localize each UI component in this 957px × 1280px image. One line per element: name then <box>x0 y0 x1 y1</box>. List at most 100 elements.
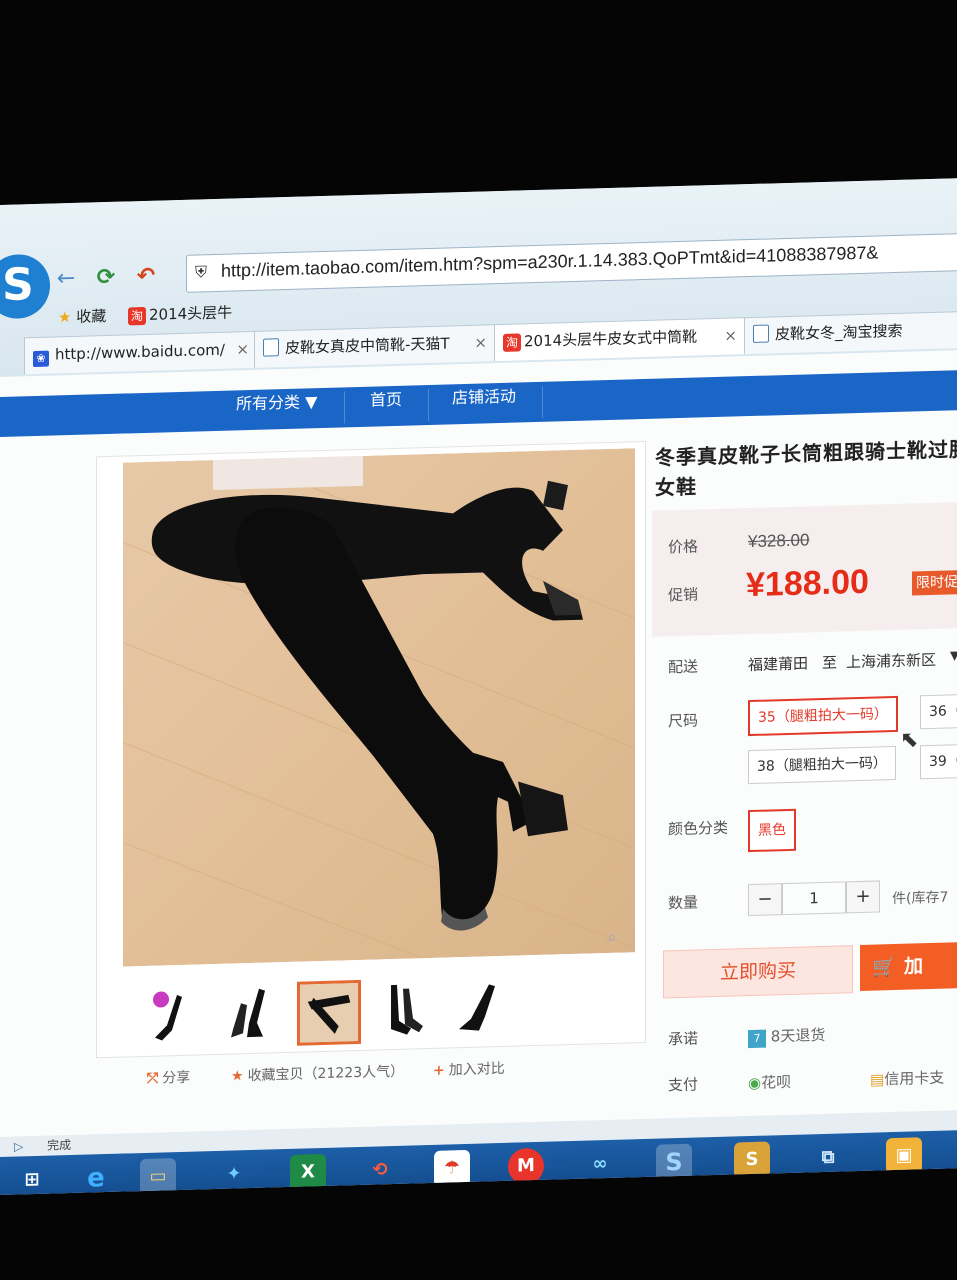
tab-label: 2014头层牛皮女式中筒靴 <box>524 327 698 351</box>
tab-label: http://www.baidu.com/ <box>55 340 225 364</box>
browser-chrome: S ← ⟳ ↶ ⛨ http://item.taobao.com/item.ht… <box>0 178 957 377</box>
zoom-icon[interactable]: ⌕ <box>607 927 617 948</box>
file-explorer-icon[interactable]: ▭ <box>140 1158 176 1196</box>
delivery-from: 福建莆田 <box>748 654 809 675</box>
product-gallery: ⌕ ⤱ 分享 ★ 收藏宝贝（21223人气） + 加入对比 <box>96 440 646 1087</box>
tab-label: 皮靴女冬_淘宝搜索 <box>775 321 903 344</box>
undo-icon[interactable]: ↶ <box>132 263 160 292</box>
quantity-minus-button[interactable]: − <box>748 883 782 917</box>
thumbnail-1[interactable] <box>147 984 207 1046</box>
close-icon[interactable]: × <box>474 325 487 359</box>
close-icon[interactable]: × <box>724 318 737 352</box>
price-box: 价格 ¥328.00 促销 ¥188.00 限时促 <box>652 501 957 637</box>
red-circle-app-icon[interactable]: M <box>508 1147 544 1185</box>
nav-home[interactable]: 首页 <box>370 386 402 427</box>
favorite-item-link[interactable]: ★ 收藏宝贝（21223人气） <box>231 1061 404 1086</box>
star-icon: ★ <box>58 308 72 327</box>
mouse-cursor-icon: ⬉ <box>900 727 919 753</box>
price-label: 价格 <box>668 537 699 557</box>
chevron-down-icon[interactable]: ▼ <box>950 648 957 662</box>
compare-label: 加入对比 <box>448 1060 505 1079</box>
tab-taobao-item[interactable]: 淘 2014头层牛皮女式中筒靴 × <box>494 317 746 362</box>
quantity-stepper: − 1 + <box>748 880 880 917</box>
internet-explorer-icon[interactable]: e <box>78 1160 114 1195</box>
size-option-38[interactable]: 38（腿粗拍大一码） <box>748 745 896 785</box>
folder-app-icon[interactable]: ▣ <box>886 1137 922 1175</box>
nav-divider <box>542 385 543 418</box>
product-title: 冬季真皮靴子长筒粗跟骑士靴过膝女鞋 <box>655 436 957 500</box>
payment-huabei: ◉花呗 <box>748 1071 791 1093</box>
baidu-paw-icon: ❀ <box>33 350 49 368</box>
favorite-label: 收藏 <box>76 307 107 326</box>
shop-nav-bar: 所有分类 ▼ 首页 店铺活动 <box>0 370 957 437</box>
address-bar[interactable]: ⛨ http://item.taobao.com/item.htm?spm=a2… <box>186 232 957 293</box>
nav-all-categories[interactable]: 所有分类 ▼ <box>236 388 317 430</box>
link-app-icon[interactable]: ∞ <box>582 1146 618 1183</box>
app-red-icon[interactable]: ⟲ <box>362 1152 398 1189</box>
share-icon: ⤱ <box>147 1070 159 1087</box>
close-icon[interactable]: × <box>236 332 249 366</box>
payment-credit-card: ▤信用卡支 <box>870 1067 944 1090</box>
status-text: 完成 <box>47 1138 72 1153</box>
favorite-bookmark[interactable]: ★ 收藏 <box>58 305 106 327</box>
tab-label: 皮靴女真皮中筒靴-天猫T <box>285 334 450 358</box>
buy-now-button[interactable]: 立即购买 <box>663 945 853 999</box>
page-icon <box>263 338 279 357</box>
network-icon[interactable]: ⧉ <box>810 1139 846 1176</box>
delivery-label: 配送 <box>668 657 699 677</box>
sogou-logo-icon: S <box>0 253 50 320</box>
add-cart-label: 加 <box>904 955 924 978</box>
main-product-image[interactable] <box>123 448 635 967</box>
delivery-to-word: 至 <box>822 653 838 673</box>
add-to-cart-button[interactable]: 🛒 加 <box>860 941 957 991</box>
credit-card-text: 信用卡支 <box>884 1068 945 1089</box>
promise-label: 承诺 <box>668 1029 699 1049</box>
tab-taobao-search[interactable]: 皮靴女冬_淘宝搜索 <box>744 310 957 355</box>
excel-icon[interactable]: X <box>290 1153 326 1191</box>
monitor-screen: S ← ⟳ ↶ ⛨ http://item.taobao.com/item.ht… <box>0 178 957 1196</box>
compare-link[interactable]: + 加入对比 <box>433 1058 505 1080</box>
umbrella-app-icon[interactable]: ☂ <box>434 1149 470 1187</box>
nav-divider <box>344 391 345 424</box>
payment-label: 支付 <box>668 1075 699 1095</box>
promise-value: 7 8天退货 <box>748 1024 826 1049</box>
tab-tmall-boots[interactable]: 皮靴女真皮中筒靴-天猫T × <box>254 324 496 368</box>
s-app-icon[interactable]: S <box>734 1141 770 1179</box>
status-icon: ▷ <box>14 1139 24 1154</box>
sogou-browser-icon[interactable]: S <box>656 1143 692 1181</box>
favorite-label: 收藏宝贝（21223人气） <box>247 1063 405 1085</box>
taobao-icon: 淘 <box>128 306 146 326</box>
stock-text: 件(库存7 <box>892 889 949 908</box>
page-icon <box>753 324 769 343</box>
size-label: 尺码 <box>668 711 699 731</box>
promo-label: 促销 <box>668 585 699 605</box>
credit-card-icon: ▤ <box>870 1070 885 1089</box>
huabei-icon: ◉ <box>748 1073 762 1093</box>
color-option-black[interactable]: 黑色 <box>748 808 796 853</box>
size-option-39[interactable]: 39（腿 <box>920 743 957 780</box>
size-option-35[interactable]: 35（腿粗拍大一码） <box>748 695 898 737</box>
quantity-plus-button[interactable]: + <box>846 880 880 914</box>
back-arrow-icon[interactable]: ← <box>52 265 80 294</box>
size-option-36[interactable]: 36（腿 <box>920 693 957 730</box>
url-text[interactable]: http://item.taobao.com/item.htm?spm=a230… <box>221 242 878 281</box>
tab-baidu[interactable]: ❀ http://www.baidu.com/ × <box>24 330 258 375</box>
thumbnail-4[interactable] <box>373 977 433 1040</box>
thumbnail-5[interactable] <box>449 975 509 1038</box>
thumbnail-3-selected[interactable] <box>297 979 361 1046</box>
thumbnail-2[interactable] <box>223 982 283 1044</box>
safari-icon[interactable]: ✦ <box>216 1156 252 1193</box>
bookmark-2014[interactable]: 淘 2014头层牛 <box>128 302 232 326</box>
quantity-input[interactable]: 1 <box>782 881 846 916</box>
return-badge-icon: 7 <box>748 1029 766 1049</box>
refresh-icon[interactable]: ⟳ <box>92 264 120 293</box>
star-icon: ★ <box>231 1068 244 1085</box>
windows-start-icon[interactable]: ⊞ <box>14 1162 50 1195</box>
nav-shop-events[interactable]: 店铺活动 <box>452 383 516 425</box>
promise-text: 8天退货 <box>770 1025 826 1046</box>
share-link[interactable]: ⤱ 分享 <box>147 1067 190 1088</box>
limited-time-badge: 限时促 <box>912 569 957 596</box>
huabei-text: 花呗 <box>761 1072 792 1092</box>
cart-icon: 🛒 <box>872 955 896 979</box>
delivery-destination[interactable]: 上海浦东新区 <box>846 649 936 673</box>
